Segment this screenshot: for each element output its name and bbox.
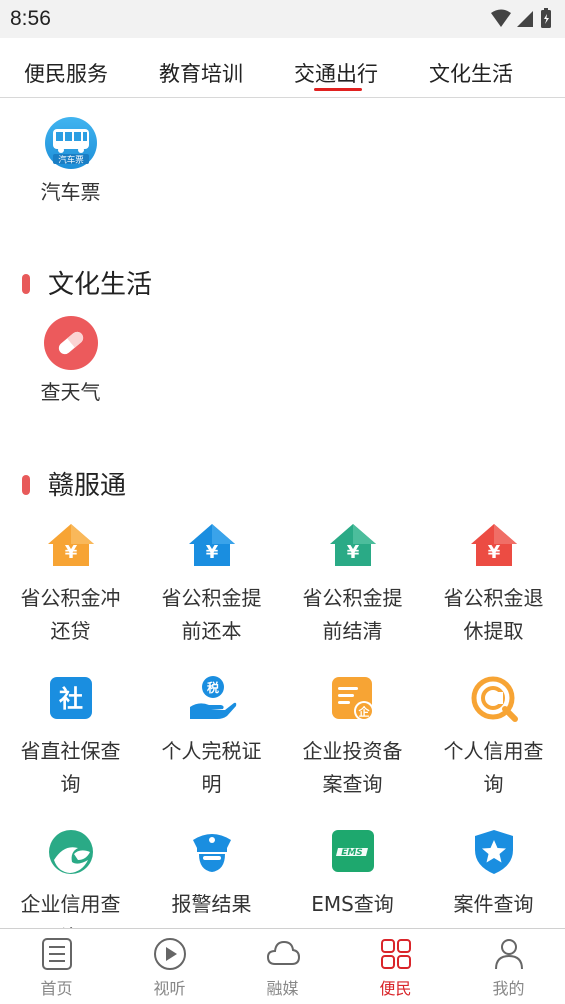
nav-bianmin[interactable]: 便民 (339, 929, 452, 1004)
police-icon (192, 834, 231, 872)
status-bar: 8:56 (0, 0, 565, 38)
capsule-icon (43, 316, 98, 370)
service-item[interactable]: 报警结果 (141, 826, 282, 921)
signal-icon (517, 11, 533, 27)
section-marker (22, 273, 30, 294)
weather-label: 查天气 (40, 380, 101, 404)
enterprise-doc-icon: 企 (331, 677, 374, 721)
ems-icon: EMS (331, 830, 374, 872)
service-label: 省公积金退 休提取 (443, 586, 544, 643)
service-item[interactable]: ¥ 省公积金冲 还贷 (0, 520, 141, 648)
user-icon (494, 939, 523, 970)
section-title-culture-text: 文化生活 (48, 270, 153, 300)
bus-icon: 汽车票 (44, 117, 97, 169)
tab-bianmin[interactable]: 便民服务 (24, 58, 108, 88)
status-time: 8:56 (10, 7, 51, 30)
category-tabs: 便民服务 教育培训 交通出行 文化生活 (0, 38, 565, 98)
play-icon (153, 938, 186, 970)
house-yuan-orange-icon: ¥ (47, 524, 94, 566)
service-item[interactable]: 企 企业投资备 案查询 (282, 673, 423, 801)
home-list-icon (41, 938, 72, 970)
service-label: 省直社保查询 (20, 739, 121, 796)
grid-icon (380, 939, 411, 969)
nav-video-label: 视听 (153, 979, 186, 998)
service-item[interactable]: ¥ 省公积金提 前结清 (282, 520, 423, 648)
active-tab-indicator (314, 88, 362, 91)
svg-text:¥: ¥ (487, 542, 500, 563)
svg-text:¥: ¥ (205, 542, 218, 563)
nav-video[interactable]: 视听 (113, 929, 226, 1004)
weather-item[interactable]: 查天气 (0, 316, 141, 409)
service-label: 报警结果 (171, 892, 252, 916)
service-label: 企业投资备 案查询 (302, 739, 403, 796)
service-item[interactable]: ¥ 省公积金退 休提取 (423, 520, 564, 648)
tax-hand-icon: 税 (189, 676, 236, 719)
svg-text:EMS: EMS (341, 848, 363, 858)
service-item[interactable]: 案件查询 (423, 826, 564, 921)
svg-text:社: 社 (59, 685, 83, 713)
bottom-nav: 首页 视听 融媒 便民 我的 (0, 928, 565, 1004)
credit-icon (471, 676, 518, 722)
nav-mine[interactable]: 我的 (452, 929, 565, 1004)
tab-education[interactable]: 教育培训 (159, 58, 243, 88)
nav-media-label: 融媒 (266, 979, 299, 998)
service-label: EMS查询 (311, 892, 394, 916)
nav-media[interactable]: 融媒 (226, 929, 339, 1004)
section-marker (22, 474, 30, 495)
section-title-culture: 文化生活 (22, 264, 152, 301)
service-item[interactable]: ¥ 省公积金提 前还本 (141, 520, 282, 648)
status-icons (491, 8, 551, 28)
service-label: 省公积金提 前还本 (161, 586, 262, 643)
house-yuan-green-icon: ¥ (329, 524, 376, 566)
nav-bianmin-label: 便民 (379, 979, 412, 998)
enterprise-credit-icon (48, 830, 93, 874)
service-item[interactable]: EMS EMS查询 (282, 826, 423, 921)
service-item[interactable]: 个人信用查询 (423, 673, 564, 801)
service-item[interactable]: 税 个人完税证明 (141, 673, 282, 801)
svg-text:汽车票: 汽车票 (58, 155, 84, 166)
nav-home-label: 首页 (40, 979, 73, 998)
svg-text:企: 企 (357, 705, 370, 719)
service-label: 省公积金提 前结清 (302, 586, 403, 643)
social-security-icon: 社 (49, 677, 92, 719)
svg-text:¥: ¥ (64, 542, 77, 563)
service-label: 省公积金冲 还贷 (20, 586, 121, 643)
svg-text:¥: ¥ (346, 542, 359, 563)
nav-home[interactable]: 首页 (0, 929, 113, 1004)
tab-transport[interactable]: 交通出行 (294, 58, 378, 88)
nav-mine-label: 我的 (492, 979, 525, 998)
bus-ticket-item[interactable]: 汽车票 汽车票 (0, 116, 141, 209)
section-title-ganfutong-text: 赣服通 (48, 471, 127, 501)
cloud-icon (266, 940, 300, 965)
house-yuan-blue-icon: ¥ (188, 524, 235, 566)
service-label: 个人完税证明 (161, 739, 262, 796)
svg-text:税: 税 (206, 680, 218, 695)
service-label: 案件查询 (453, 892, 534, 916)
section-title-ganfutong: 赣服通 (22, 465, 126, 502)
shield-star-icon (474, 830, 513, 874)
service-item[interactable]: 社 省直社保查询 (0, 673, 141, 801)
tab-culture[interactable]: 文化生活 (429, 58, 513, 88)
bus-ticket-label: 汽车票 (40, 180, 101, 204)
service-label: 个人信用查询 (443, 739, 544, 796)
house-yuan-red-icon: ¥ (470, 524, 517, 566)
wifi-icon (491, 9, 511, 27)
